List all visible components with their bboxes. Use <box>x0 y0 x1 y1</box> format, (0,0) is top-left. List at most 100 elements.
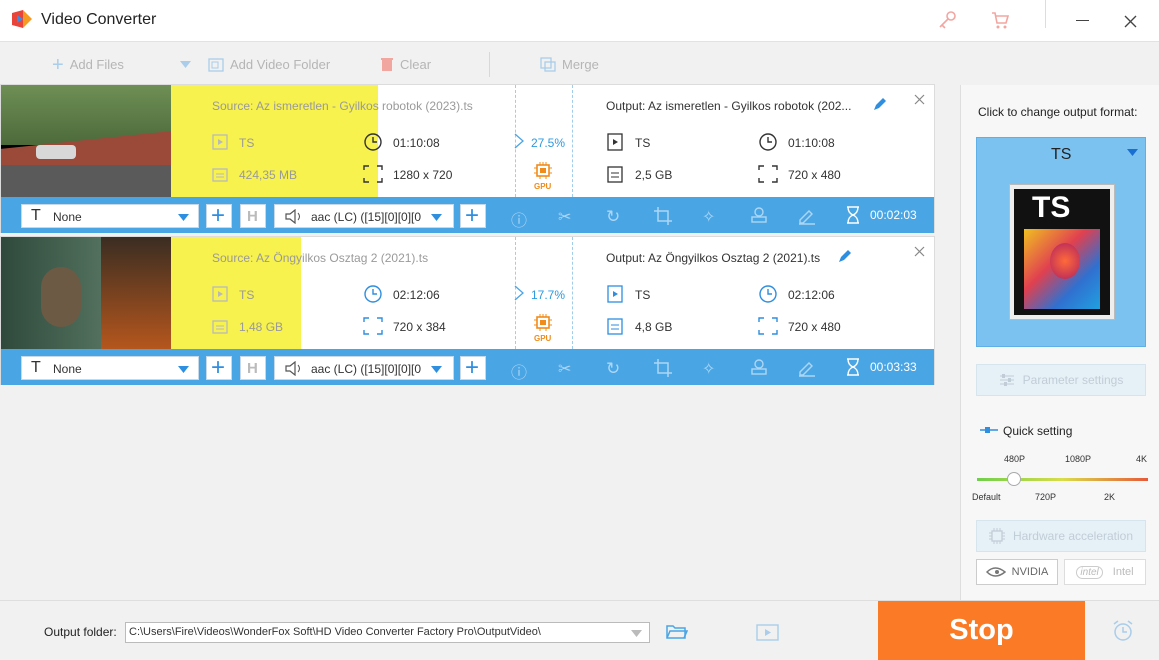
remaining-time: 00:02:03 <box>870 208 917 222</box>
output-format-hint: Click to change output format: <box>978 105 1138 119</box>
audio-track-dropdown[interactable]: aac (LC) ([15][0][0][0 <box>274 356 454 380</box>
output-preview-icon[interactable] <box>756 623 780 641</box>
edit-pencil-icon[interactable] <box>872 97 887 112</box>
slider-label-2k: 2K <box>1104 492 1116 502</box>
gpu-label: GPU <box>534 182 552 191</box>
merge-label: Merge <box>562 57 599 72</box>
source-resolution: 720 x 384 <box>393 320 446 334</box>
clock-icon <box>364 285 382 303</box>
output-format-selector[interactable]: TS TS <box>976 137 1146 347</box>
add-files-button[interactable]: + Add Files <box>52 53 124 76</box>
slider-label-720p: 720P <box>1035 492 1057 502</box>
chip-icon <box>988 528 1005 544</box>
output-duration: 02:12:06 <box>788 288 835 302</box>
hdr-button[interactable]: H <box>240 204 266 228</box>
watermark-stamp-icon[interactable] <box>750 359 768 377</box>
merge-icon <box>540 57 556 72</box>
clear-button[interactable]: Clear <box>380 57 431 72</box>
resolution-icon <box>758 165 778 183</box>
hdr-icon: H <box>247 208 258 225</box>
intel-option[interactable]: intel Intel <box>1064 559 1146 585</box>
edit-pen-icon[interactable] <box>798 359 816 377</box>
alarm-clock-icon[interactable] <box>1111 619 1135 643</box>
chevron-down-icon <box>178 214 189 221</box>
audio-track-dropdown[interactable]: aac (LC) ([15][0][0][0 <box>274 204 454 228</box>
output-size: 2,5 GB <box>635 168 673 182</box>
info-icon[interactable]: ⓘ <box>511 359 527 383</box>
toolbar: + Add Files Add Video Folder Clear Merge <box>0 43 1159 84</box>
bottom-bar: Output folder: C:\Users\Fire\Videos\Wond… <box>0 600 1159 660</box>
output-name: Output: Az ismeretlen - Gyilkos robotok … <box>606 99 852 113</box>
source-size: 424,35 MB <box>239 168 298 182</box>
parameter-settings-button[interactable]: Parameter settings <box>976 364 1146 396</box>
remove-item-icon[interactable] <box>914 94 925 105</box>
open-folder-icon[interactable] <box>666 623 688 641</box>
arrow-icon <box>514 133 524 149</box>
rotate-icon[interactable]: ↻ <box>606 207 620 227</box>
video-item[interactable]: Source: Az Öngyilkos Osztag 2 (2021).ts … <box>0 236 935 385</box>
divider <box>572 85 573 197</box>
clock-icon <box>759 285 777 303</box>
add-subtitle-button[interactable]: + <box>206 202 232 229</box>
edit-pen-icon[interactable] <box>798 207 816 225</box>
chevron-down-icon[interactable] <box>631 630 642 637</box>
trash-icon <box>381 58 393 71</box>
quality-slider-track[interactable] <box>977 478 1148 481</box>
stop-button[interactable]: Stop <box>878 601 1085 660</box>
effects-wand-icon[interactable]: ✧ <box>702 359 715 379</box>
hardware-acceleration-button[interactable]: Hardware acceleration <box>976 520 1146 552</box>
chevron-down-icon <box>431 366 442 373</box>
add-video-folder-button[interactable]: Add Video Folder <box>208 57 330 72</box>
video-file-icon <box>212 134 228 150</box>
chevron-down-icon <box>1127 149 1138 156</box>
close-window-button[interactable] <box>1124 15 1137 28</box>
source-duration: 01:10:08 <box>393 136 440 150</box>
remove-item-icon[interactable] <box>914 246 925 257</box>
parameter-settings-label: Parameter settings <box>1022 373 1124 387</box>
edit-pencil-icon[interactable] <box>837 249 852 264</box>
quick-setting-label: Quick setting <box>1003 424 1073 438</box>
watermark-stamp-icon[interactable] <box>750 207 768 225</box>
file-size-icon <box>607 166 623 183</box>
quality-slider-handle[interactable] <box>1007 472 1021 486</box>
chevron-down-icon <box>178 366 189 373</box>
add-subtitle-button[interactable]: + <box>206 354 232 381</box>
output-duration: 01:10:08 <box>788 136 835 150</box>
cart-icon[interactable] <box>990 10 1010 30</box>
plus-icon: + <box>52 53 64 76</box>
source-resolution: 1280 x 720 <box>393 168 453 182</box>
scissors-icon[interactable]: ✂ <box>558 207 571 227</box>
merge-button[interactable]: Merge <box>540 57 599 72</box>
output-format: TS <box>635 136 651 150</box>
video-file-icon <box>212 286 228 302</box>
hdr-button[interactable]: H <box>240 356 266 380</box>
gpu-label: GPU <box>534 334 552 343</box>
file-size-icon <box>212 168 228 182</box>
subtitle-value: None <box>53 210 82 224</box>
add-audio-button[interactable]: + <box>460 354 486 381</box>
resolution-icon <box>363 165 383 183</box>
output-folder-field[interactable]: C:\Users\Fire\Videos\WonderFox Soft\HD V… <box>125 622 650 643</box>
info-icon[interactable]: ⓘ <box>511 207 527 231</box>
nvidia-option[interactable]: NVIDIA <box>976 559 1058 585</box>
divider <box>572 237 573 349</box>
crop-icon[interactable] <box>654 359 672 377</box>
source-name: Source: Az Öngyilkos Osztag 2 (2021).ts <box>212 251 429 265</box>
video-item[interactable]: Source: Az ismeretlen - Gyilkos robotok … <box>0 84 935 233</box>
effects-wand-icon[interactable]: ✧ <box>702 207 715 227</box>
rotate-icon[interactable]: ↻ <box>606 359 620 379</box>
key-icon[interactable] <box>937 10 957 30</box>
subtitle-dropdown[interactable]: T None <box>21 356 199 380</box>
crop-icon[interactable] <box>654 207 672 225</box>
add-audio-button[interactable]: + <box>460 202 486 229</box>
toolbar-divider <box>489 52 490 77</box>
resolution-icon <box>363 317 383 335</box>
minimize-button[interactable] <box>1076 20 1089 21</box>
chevron-down-icon[interactable] <box>180 61 191 68</box>
subtitle-dropdown[interactable]: T None <box>21 204 199 228</box>
slider-label-480p: 480P <box>1004 454 1026 464</box>
scissors-icon[interactable]: ✂ <box>558 359 571 379</box>
clock-icon <box>759 133 777 151</box>
add-folder-label: Add Video Folder <box>230 57 331 72</box>
hourglass-icon <box>847 358 859 376</box>
